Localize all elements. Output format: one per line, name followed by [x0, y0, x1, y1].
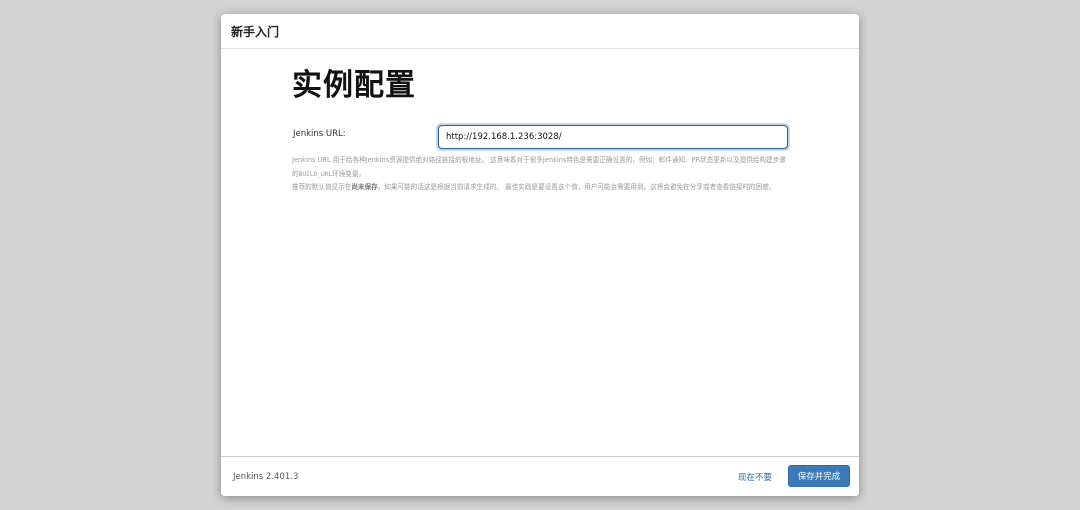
jenkins-url-input[interactable]	[438, 125, 788, 149]
page-title: 实例配置	[292, 68, 416, 103]
jenkins-version: Jenkins 2.401.3	[233, 472, 299, 482]
build-url-code: BUILD_URL	[298, 170, 333, 178]
not-saved-emphasis: 尚未保存	[351, 183, 378, 191]
help-text: Jenkins URL 用于给各种Jenkins资源提供绝对路径链接的根地址。 …	[292, 154, 792, 195]
not-now-button[interactable]: 现在不要	[738, 471, 772, 483]
jenkins-url-label: Jenkins URL:	[293, 129, 346, 139]
dialog-header: 新手入门	[221, 14, 859, 49]
help-text-part: 环境变量。	[332, 169, 366, 178]
dialog-title: 新手入门	[231, 24, 280, 39]
help-paragraph-2: 推荐的默认值显示在尚未保存，如果可能的话这是根据当前请求生成的。 最佳实践是要设…	[292, 181, 792, 195]
help-paragraph-1: Jenkins URL 用于给各种Jenkins资源提供绝对路径链接的根地址。 …	[292, 154, 792, 181]
setup-wizard-dialog: 新手入门 实例配置 Jenkins URL: Jenkins URL 用于给各种…	[221, 14, 859, 496]
help-text-part: Jenkins URL 用于给各种Jenkins资源提供绝对路径链接的根地址。 …	[292, 156, 786, 178]
help-text-part: ，如果可能的话这是根据当前请求生成的。 最佳实践是要设置这个值，用户可能会需要用…	[377, 183, 776, 191]
dialog-footer: Jenkins 2.401.3 现在不要 保存并完成	[221, 456, 859, 496]
help-text-part: 推荐的默认值显示在	[292, 183, 352, 191]
instance-config-content: 实例配置 Jenkins URL: Jenkins URL 用于给各种Jenki…	[292, 50, 788, 191]
save-and-finish-button[interactable]: 保存并完成	[788, 465, 850, 487]
jenkins-url-row: Jenkins URL:	[292, 125, 788, 151]
